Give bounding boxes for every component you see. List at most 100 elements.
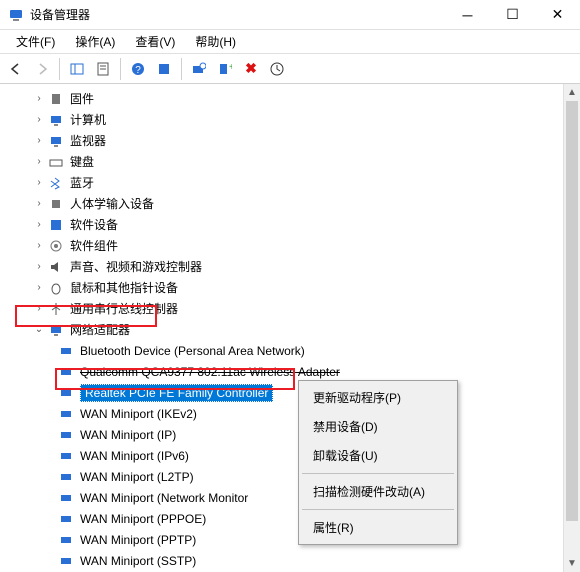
forward-button[interactable] <box>30 57 54 81</box>
titlebar: 设备管理器 ─ ☐ ✕ <box>0 0 580 30</box>
network-adapter-icon <box>58 385 74 401</box>
tree-label: Realtek PCIe FE Family Controller <box>80 384 273 402</box>
context-properties[interactable]: 属性(R) <box>301 513 455 542</box>
scroll-down-button[interactable]: ▼ <box>564 555 580 572</box>
caret-right-icon[interactable]: › <box>32 281 46 295</box>
caret-right-icon[interactable]: › <box>32 113 46 127</box>
show-hide-tree-button[interactable] <box>65 57 89 81</box>
network-adapter-icon <box>58 427 74 443</box>
scan-hardware-button[interactable] <box>187 57 211 81</box>
tree-label: 监视器 <box>70 132 106 149</box>
tree-node-wan-sstp[interactable]: WAN Miniport (SSTP) <box>8 550 580 571</box>
tree-label: 软件设备 <box>70 216 118 233</box>
back-button[interactable] <box>4 57 28 81</box>
remove-device-button[interactable]: ✖ <box>239 57 263 81</box>
context-uninstall-device[interactable]: 卸载设备(U) <box>301 441 455 470</box>
tree-node-wan-netmon[interactable]: WAN Miniport (Network Monitor <box>8 487 580 508</box>
context-scan-hardware[interactable]: 扫描检测硬件改动(A) <box>301 477 455 506</box>
scroll-up-button[interactable]: ▲ <box>564 84 580 101</box>
tree-label: WAN Miniport (L2TP) <box>80 470 194 484</box>
toolbar-separator <box>59 58 60 80</box>
tree-node-wan-pptp[interactable]: WAN Miniport (PPTP) <box>8 529 580 550</box>
properties-button[interactable] <box>91 57 115 81</box>
tree-node-qca-wifi[interactable]: Qualcomm QCA9377 802.11ac Wireless Adapt… <box>8 361 580 382</box>
device-tree[interactable]: › 固件 › 计算机 › 监视器 › 键盘 › 蓝牙 › 人体学输入设备 <box>0 84 580 572</box>
tree-label: WAN Miniport (Network Monitor <box>80 491 248 505</box>
menu-action[interactable]: 操作(A) <box>65 30 125 53</box>
tree-node-hid[interactable]: › 人体学输入设备 <box>8 193 580 214</box>
add-hardware-button[interactable]: + <box>213 57 237 81</box>
caret-right-icon[interactable]: › <box>32 239 46 253</box>
window-controls: ─ ☐ ✕ <box>445 0 580 30</box>
hid-icon <box>48 196 64 212</box>
menu-help[interactable]: 帮助(H) <box>185 30 246 53</box>
minimize-button[interactable]: ─ <box>445 0 490 30</box>
tree-node-mouse[interactable]: › 鼠标和其他指针设备 <box>8 277 580 298</box>
tree-node-sound[interactable]: › 声音、视频和游戏控制器 <box>8 256 580 277</box>
tree-node-wan-pppoe[interactable]: WAN Miniport (PPPOE) <box>8 508 580 529</box>
network-adapter-icon <box>58 364 74 380</box>
toolbar-separator <box>181 58 182 80</box>
tree-node-keyboard[interactable]: › 键盘 <box>8 151 580 172</box>
network-adapter-icon <box>58 448 74 464</box>
tree-node-bluetooth[interactable]: › 蓝牙 <box>8 172 580 193</box>
update-driver-button[interactable] <box>265 57 289 81</box>
context-update-driver[interactable]: 更新驱动程序(P) <box>301 383 455 412</box>
tree-label: Bluetooth Device (Personal Area Network) <box>80 344 305 358</box>
vertical-scrollbar[interactable]: ▲ ▼ <box>563 84 580 572</box>
tree-node-monitor[interactable]: › 监视器 <box>8 130 580 151</box>
tree-node-firmware[interactable]: › 固件 <box>8 88 580 109</box>
caret-right-icon[interactable]: › <box>32 302 46 316</box>
computer-icon <box>48 112 64 128</box>
tree-node-software-devices[interactable]: › 软件设备 <box>8 214 580 235</box>
tree-node-wan-ipv6[interactable]: WAN Miniport (IPv6) <box>8 445 580 466</box>
menu-view[interactable]: 查看(V) <box>125 30 185 53</box>
tree-label: WAN Miniport (IP) <box>80 428 176 442</box>
caret-right-icon[interactable]: › <box>32 92 46 106</box>
tree-node-wan-ikev2[interactable]: WAN Miniport (IKEv2) <box>8 403 580 424</box>
tree-node-software-components[interactable]: › 软件组件 <box>8 235 580 256</box>
tree-node-computer[interactable]: › 计算机 <box>8 109 580 130</box>
menubar: 文件(F) 操作(A) 查看(V) 帮助(H) <box>0 30 580 54</box>
network-adapter-icon <box>58 511 74 527</box>
help-button[interactable]: ? <box>126 57 150 81</box>
tree-node-wan-ip[interactable]: WAN Miniport (IP) <box>8 424 580 445</box>
toolbar-separator <box>120 58 121 80</box>
scroll-thumb[interactable] <box>566 101 578 521</box>
tree-label: WAN Miniport (SSTP) <box>80 554 196 568</box>
tree-node-usb[interactable]: › 通用串行总线控制器 <box>8 298 580 319</box>
close-button[interactable]: ✕ <box>535 0 580 30</box>
tree-label: WAN Miniport (PPTP) <box>80 533 196 547</box>
action-button[interactable] <box>152 57 176 81</box>
tree-label: 固件 <box>70 90 94 107</box>
tree-label: 蓝牙 <box>70 174 94 191</box>
tree-node-network-adapters[interactable]: ⌄ 网络适配器 <box>8 319 580 340</box>
tree-label: 鼠标和其他指针设备 <box>70 279 178 296</box>
tree-node-wan-l2tp[interactable]: WAN Miniport (L2TP) <box>8 466 580 487</box>
network-adapter-icon <box>58 532 74 548</box>
caret-right-icon[interactable]: › <box>32 134 46 148</box>
keyboard-icon <box>48 154 64 170</box>
tree-label: WAN Miniport (IKEv2) <box>80 407 197 421</box>
tree-node-realtek-pcie[interactable]: Realtek PCIe FE Family Controller <box>8 382 580 403</box>
tree-label: Qualcomm QCA9377 802.11ac Wireless Adapt… <box>80 365 340 379</box>
tree-label: 通用串行总线控制器 <box>70 300 178 317</box>
maximize-button[interactable]: ☐ <box>490 0 535 30</box>
firmware-icon <box>48 91 64 107</box>
tree-node-bt-pan[interactable]: Bluetooth Device (Personal Area Network) <box>8 340 580 361</box>
caret-down-icon[interactable]: ⌄ <box>32 323 46 337</box>
network-adapter-icon <box>58 343 74 359</box>
caret-right-icon[interactable]: › <box>32 197 46 211</box>
caret-right-icon[interactable]: › <box>32 155 46 169</box>
tree-label: 键盘 <box>70 153 94 170</box>
caret-right-icon[interactable]: › <box>32 218 46 232</box>
svg-text:?: ? <box>135 65 141 76</box>
context-disable-device[interactable]: 禁用设备(D) <box>301 412 455 441</box>
remove-icon: ✖ <box>245 60 257 77</box>
caret-right-icon[interactable]: › <box>32 260 46 274</box>
caret-right-icon[interactable]: › <box>32 176 46 190</box>
menu-file[interactable]: 文件(F) <box>6 30 65 53</box>
network-adapter-icon <box>58 553 74 569</box>
network-adapter-icon <box>58 490 74 506</box>
bluetooth-icon <box>48 175 64 191</box>
